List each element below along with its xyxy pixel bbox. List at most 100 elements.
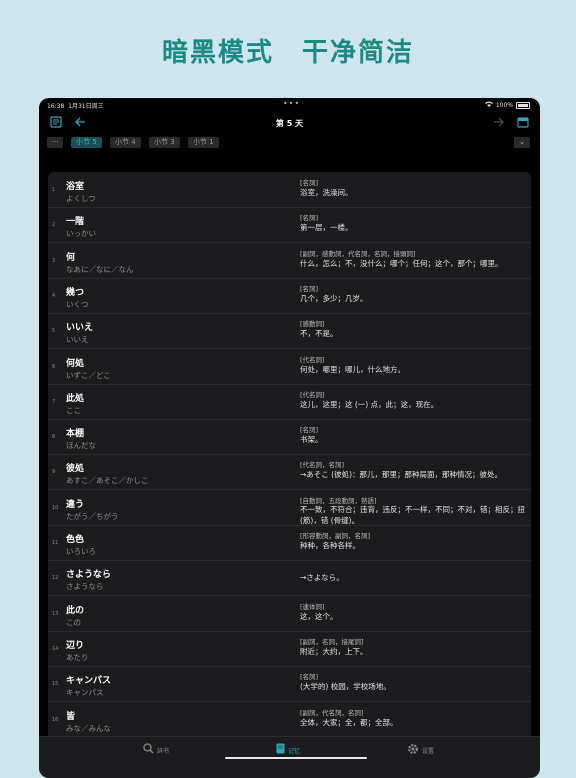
section-chips: ··· 小节 5 小节 4 小节 3 小节 1 ⌄ — [39, 136, 540, 154]
row-number: 1 — [52, 187, 56, 193]
word-meaning: 不，不是。 — [300, 329, 338, 339]
word-headword: 一階 — [66, 217, 85, 228]
word-reading: キャンパス — [66, 688, 104, 698]
word-headword: 違う — [66, 499, 85, 510]
word-meaning: 这，这个。 — [300, 611, 338, 621]
word-reading: みな／みんな — [66, 723, 111, 733]
part-of-speech: [名詞] — [300, 214, 319, 223]
word-meaning: 浴室，洗澡间。 — [300, 188, 353, 197]
row-number: 15 — [52, 681, 59, 688]
word-headword: 色色 — [66, 535, 85, 545]
status-date: 1月31日周三 — [68, 103, 104, 110]
word-meaning: 种种，各种各样。 — [300, 541, 360, 550]
tab-memory[interactable]: 记忆 — [276, 743, 300, 757]
word-row[interactable]: 16 皆みな／みんな [副詞，代名詞，名詞] 全体，大家；全，都；全部。 — [48, 703, 531, 738]
word-meaning: 什么，怎么；不，没什么；哪个；任何；这个，那个；哪里。 — [300, 258, 503, 268]
word-reading: あたり — [66, 652, 89, 662]
word-headword: 本棚 — [66, 429, 85, 440]
word-row[interactable]: 2 一階 いっかい [名詞] 第一层，一楼。 — [48, 208, 531, 244]
row-number: 16 — [52, 716, 59, 723]
word-row[interactable]: 3 何なあに／なに／なん [副詞，感動詞，代名詞，名詞，接頭詞] 什么，怎么；不，没什… — [48, 244, 531, 279]
row-number: 6 — [52, 363, 56, 370]
word-reading: いくつ — [66, 299, 89, 309]
chip-section-4[interactable]: 小节 4 — [110, 137, 141, 148]
word-row[interactable]: 11 色色 いろいろ [形容動詞，副詞，名詞] 种种，各种各样。 — [48, 526, 531, 561]
row-number: 8 — [52, 434, 56, 441]
word-row[interactable]: 14 辺り あたり [副詞，名詞，接尾詞] 附近；大约，上下。 — [48, 632, 531, 667]
word-reading: この — [66, 617, 81, 627]
tab-dictionary[interactable]: 辞书 — [143, 743, 169, 757]
word-headword: 何 — [66, 252, 76, 263]
word-row[interactable]: 9 彼処 あすこ／あそこ／かしこ [代名詞，名詞] →あそこ (彼処)：那儿，那里；那种… — [48, 455, 531, 491]
row-number: 13 — [52, 610, 59, 617]
tab-settings[interactable]: 设置 — [407, 743, 434, 758]
multitask-dots[interactable]: ••• — [283, 99, 300, 108]
row-number: 3 — [52, 257, 56, 264]
part-of-speech: [連体詞] — [300, 602, 325, 611]
row-number: 11 — [52, 540, 59, 546]
row-number: 14 — [52, 645, 59, 652]
part-of-speech: [感動詞] — [300, 320, 325, 329]
word-row[interactable]: 5 いいえ いいえ [感動詞] 不，不是。 — [48, 314, 531, 350]
word-headword: さようなら — [66, 570, 112, 581]
word-meaning: 几个，多少；几岁。 — [300, 293, 368, 303]
word-headword: 辺り — [66, 640, 85, 651]
part-of-speech: [名詞] — [300, 179, 319, 187]
word-row[interactable]: 7 此処 ここ [代名詞] 这儿，这里；这 (一) 点，此；这，现在。 — [48, 385, 531, 420]
word-headword: 何処 — [66, 358, 85, 369]
word-row[interactable]: 12 さようなら さようなら →さよなら。 — [48, 561, 531, 597]
row-number: 10 — [52, 504, 59, 511]
word-reading: たがう／ちがう — [66, 511, 119, 521]
part-of-speech: [名詞] — [300, 673, 319, 682]
promo-headline: 暗黑模式 干净简洁 — [161, 38, 414, 68]
word-headword: 此の — [66, 605, 85, 616]
word-headword: いいえ — [66, 323, 94, 334]
calendar-icon[interactable] — [516, 116, 530, 130]
word-row[interactable]: 1 浴室 よくしつ [名詞] 浴室，洗澡间。 — [48, 173, 531, 208]
word-reading: ここ — [66, 405, 81, 415]
word-headword: 皆 — [66, 711, 76, 722]
chevron-down-icon[interactable]: ⌄ — [514, 137, 530, 148]
device-screen: 16:38 1月31日周三 ••• 100% 第 5 天 ··· 小节 5 小节 — [39, 98, 540, 778]
tab-label-memory: 记忆 — [288, 747, 301, 755]
word-row[interactable]: 13 此の この [連体詞] 这，这个。 — [48, 597, 531, 632]
row-number: 5 — [52, 328, 56, 335]
word-reading: よくしつ — [66, 194, 96, 203]
word-reading: いずこ／どこ — [66, 370, 111, 380]
word-meaning: →さよなら。 — [300, 573, 344, 583]
word-headword: 此処 — [66, 393, 85, 404]
word-row[interactable]: 8 本棚 ほんだな [名詞] 书架。 — [48, 420, 531, 456]
word-row[interactable]: 4 幾つ いくつ [名詞] 几个，多少；几岁。 — [48, 279, 531, 314]
status-bar: 16:38 1月31日周三 ••• 100% — [39, 98, 540, 110]
word-headword: キャンパス — [66, 676, 112, 687]
word-row[interactable]: 6 何処 いずこ／どこ [代名詞] 何处，哪里；哪儿，什么地方。 — [48, 350, 531, 385]
part-of-speech: [副詞，感動詞，代名詞，名詞，接頭詞] — [300, 249, 416, 258]
word-reading: さようなら — [66, 582, 104, 592]
word-meaning: 何处，哪里；哪儿，什么地方。 — [300, 364, 405, 374]
word-reading: ほんだな — [66, 441, 96, 451]
chip-section-1[interactable]: 小节 1 — [188, 137, 219, 148]
word-meaning: 书架。 — [300, 435, 323, 445]
word-row[interactable]: 10 違う たがう／ちがう [自動詞，五段動詞，熟語] 不一致，不符合；违背，违反；不一… — [48, 491, 531, 526]
chip-section-5[interactable]: 小节 5 — [71, 137, 102, 148]
word-row[interactable]: 15 キャンパス キャンパス [名詞] (大学的) 校园，学校场地。 — [48, 667, 531, 703]
word-meaning: 不一致，不符合；违背，违反；不一样，不同；不对，错；相反；扭 (筋)，错 (骨缝… — [300, 504, 525, 525]
row-number: 4 — [52, 292, 56, 299]
part-of-speech: [代名詞，名詞] — [300, 461, 345, 470]
chip-section-3[interactable]: 小节 3 — [149, 137, 180, 148]
word-meaning: 第一层，一楼。 — [300, 223, 353, 233]
book-icon — [276, 743, 285, 757]
page-title: 第 5 天 — [275, 119, 304, 128]
more-sections-button[interactable]: ··· — [47, 137, 63, 148]
tab-label-settings: 设置 — [422, 748, 435, 755]
word-reading: なあに／なに／なん — [66, 264, 134, 274]
word-headword: 彼処 — [66, 464, 85, 475]
word-reading: いっかい — [66, 229, 96, 239]
row-number: 2 — [52, 222, 56, 229]
word-reading: あすこ／あそこ／かしこ — [66, 476, 149, 486]
forward-arrow-icon[interactable] — [492, 116, 506, 130]
status-time: 16:38 — [47, 103, 65, 110]
word-reading: いろいろ — [66, 547, 96, 556]
word-headword: 幾つ — [66, 287, 85, 298]
search-icon — [143, 743, 154, 757]
